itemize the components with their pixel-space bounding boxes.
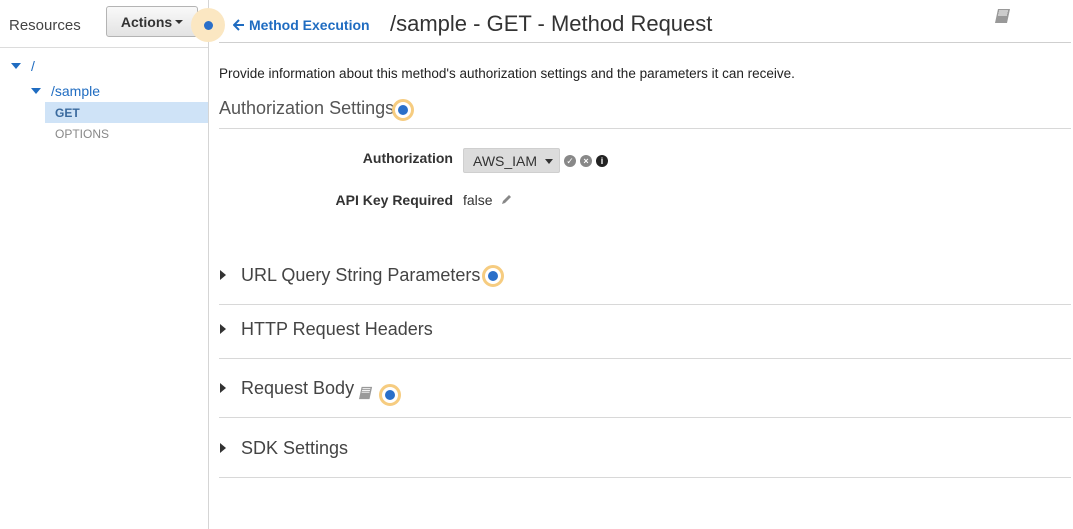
section-label[interactable]: HTTP Request Headers [241,319,433,340]
chevron-down-icon [545,159,553,164]
hotspot-dot [203,20,213,30]
section-sdk-settings[interactable]: SDK Settings [219,419,1071,478]
actions-button[interactable]: Actions [106,6,198,37]
highlight-hotspot[interactable] [482,265,504,287]
tree-method-options[interactable]: OPTIONS [45,123,208,144]
authorization-settings-panel [219,128,1071,245]
expand-triangle-icon[interactable] [31,88,41,94]
hotspot-dot [385,390,395,400]
tree-method-get[interactable]: GET [45,102,208,123]
expand-triangle-icon[interactable] [220,324,226,334]
book-icon[interactable] [994,8,1012,24]
expand-triangle-icon[interactable] [220,443,226,453]
info-circle-icon[interactable]: i [596,155,608,167]
expand-triangle-icon[interactable] [220,270,226,280]
highlight-hotspot[interactable] [379,384,401,406]
actions-label: Actions [120,13,173,30]
method-execution-back-link[interactable]: Method Execution [233,17,370,33]
authorization-select[interactable]: AWS_IAM [463,148,560,173]
section-label[interactable]: SDK Settings [241,438,348,459]
page-title: /sample - GET - Method Request [390,11,713,36]
resources-label: Resources [9,17,81,34]
authorization-label: Authorization [362,150,453,166]
highlight-hotspot[interactable] [392,99,414,121]
authorization-select-value: AWS_IAM [473,152,538,169]
section-http-request-headers[interactable]: HTTP Request Headers [219,300,1071,359]
expand-triangle-icon[interactable] [220,383,226,393]
pencil-icon[interactable] [500,194,512,206]
resources-sidebar: Resources Actions / /sample GET OPTIONS [0,0,209,529]
sidebar-header: Resources Actions [0,0,208,48]
hotspot-dot [398,105,408,115]
back-link-label[interactable]: Method Execution [249,17,370,33]
page-header: Method Execution /sample - GET - Method … [219,0,1071,43]
tree-item-sample[interactable]: /sample [31,83,100,99]
hotspot-dot [488,271,498,281]
section-url-query-string-parameters[interactable]: URL Query String Parameters [219,246,1071,305]
tree-item-root[interactable]: / [11,58,35,74]
x-circle-icon[interactable]: × [580,155,592,167]
section-label[interactable]: URL Query String Parameters [241,265,480,286]
tree-item-sample-label[interactable]: /sample [51,83,100,99]
api-key-required-value: false [463,192,493,208]
section-request-body[interactable]: Request Body [219,359,1071,418]
tree-item-root-label[interactable]: / [31,58,35,74]
section-label[interactable]: Request Body [241,378,354,399]
api-key-required-label: API Key Required [335,192,453,208]
page-description: Provide information about this method's … [219,66,795,81]
book-icon[interactable] [358,386,374,400]
arrow-left-icon [233,19,244,31]
expand-triangle-icon[interactable] [11,63,21,69]
chevron-down-icon [175,20,184,24]
check-circle-icon[interactable]: ✓ [564,155,576,167]
authorization-settings-title: Authorization Settings [219,98,395,118]
